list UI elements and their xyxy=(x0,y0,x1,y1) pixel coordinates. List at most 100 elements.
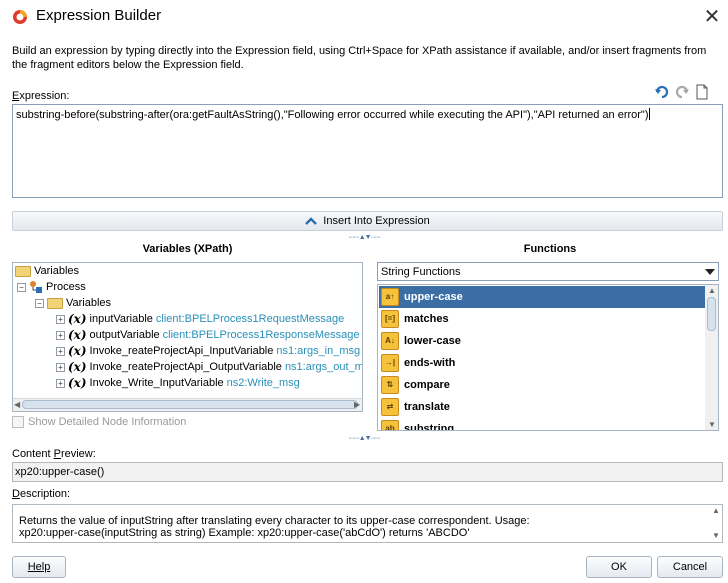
tree-node-variables-root[interactable]: Variables xyxy=(15,263,79,279)
functions-scroll-thumb[interactable] xyxy=(707,297,716,331)
variable-icon: (x) xyxy=(68,344,87,358)
functions-list[interactable]: a↑ upper-case [=] matches A↓ lower-case →| e… xyxy=(377,284,719,431)
show-detail-checkbox[interactable] xyxy=(12,416,24,428)
tree-node-namespace: ns1:args_in_msg xyxy=(276,345,361,357)
tree-node-invoke-input[interactable]: + (x) Invoke_reateProjectApi_InputVariab… xyxy=(56,343,360,359)
scroll-down-arrow-icon[interactable]: ▼ xyxy=(712,531,720,540)
expression-label: Expression: xyxy=(12,90,70,102)
help-button-label: Help xyxy=(27,561,51,573)
expression-field[interactable]: substring-before(substring-after(ora:get… xyxy=(12,104,723,198)
insert-button-label: Insert Into Expression xyxy=(323,215,430,227)
collapse-icon[interactable]: − xyxy=(35,298,44,308)
scroll-right-arrow-icon[interactable]: ▶ xyxy=(354,400,360,409)
process-icon xyxy=(30,281,42,293)
cancel-button[interactable]: Cancel xyxy=(657,556,723,578)
function-icon: ⇅ xyxy=(381,376,399,394)
expression-toolbar xyxy=(654,84,710,102)
tree-node-label: Invoke_reateProjectApi_OutputVariable xyxy=(89,361,282,373)
tree-node-namespace: client:BPELProcess1RequestMessage xyxy=(155,313,345,325)
expand-icon[interactable]: + xyxy=(56,330,65,340)
chevron-up-icon xyxy=(305,217,318,225)
tree-node-variables[interactable]: − Variables xyxy=(35,295,111,311)
function-item-compare[interactable]: ⇅ compare xyxy=(379,374,706,396)
function-label: lower-case xyxy=(404,335,461,347)
function-label: compare xyxy=(404,379,450,391)
tree-node-process[interactable]: − Process xyxy=(17,279,86,295)
variable-icon: (x) xyxy=(68,360,87,374)
scroll-up-arrow-icon[interactable]: ▲ xyxy=(708,286,716,295)
chevron-down-icon xyxy=(705,268,715,275)
function-item-substring[interactable]: ab substring xyxy=(379,418,706,431)
folder-open-icon xyxy=(47,297,63,309)
function-item-ends-with[interactable]: →| ends-with xyxy=(379,352,706,374)
tree-node-input-variable[interactable]: + (x) inputVariable client:BPELProcess1R… xyxy=(56,311,344,327)
function-label: substring xyxy=(404,423,455,431)
ok-button[interactable]: OK xyxy=(586,556,652,578)
description-line: Returns the value of inputString after t… xyxy=(19,515,530,527)
splitter-handle-bottom[interactable]: ········▲▼······· xyxy=(327,435,401,442)
function-item-upper-case[interactable]: a↑ upper-case xyxy=(379,286,706,308)
clear-icon[interactable] xyxy=(694,84,710,100)
scroll-down-arrow-icon[interactable]: ▼ xyxy=(708,420,716,429)
variable-icon: (x) xyxy=(68,328,87,342)
tree-node-label: outputVariable xyxy=(89,329,160,341)
function-category-select[interactable]: String Functions xyxy=(377,262,719,281)
function-label: upper-case xyxy=(404,291,463,303)
undo-icon[interactable] xyxy=(654,84,670,100)
cancel-button-label: Cancel xyxy=(672,561,708,573)
tree-node-label: inputVariable xyxy=(89,313,153,325)
help-button[interactable]: Help xyxy=(12,556,66,578)
description-line: xp20:upper-case(inputString as string) E… xyxy=(19,527,470,539)
show-detail-label: Show Detailed Node Information xyxy=(28,416,187,428)
expand-icon[interactable]: + xyxy=(56,362,65,372)
content-preview-label: Content Preview: xyxy=(12,448,96,460)
function-item-translate[interactable]: ⇄ translate xyxy=(379,396,706,418)
intro-text: Build an expression by typing directly i… xyxy=(12,45,707,71)
variables-header: Variables (XPath) xyxy=(142,243,233,255)
tree-node-label: Variables xyxy=(34,265,80,277)
redo-icon[interactable] xyxy=(674,84,690,100)
function-icon: [=] xyxy=(381,310,399,328)
function-icon: a↑ xyxy=(381,288,399,306)
tree-node-namespace: client:BPELProcess1ResponseMessage xyxy=(162,329,360,341)
function-label: translate xyxy=(404,401,450,413)
tree-node-namespace: ns1:args_out_msg xyxy=(284,361,363,373)
function-label: matches xyxy=(404,313,449,325)
expand-icon[interactable]: + xyxy=(56,378,65,388)
function-icon: →| xyxy=(381,354,399,372)
function-item-matches[interactable]: [=] matches xyxy=(379,308,706,330)
tree-node-label: Process xyxy=(46,281,86,293)
expand-icon[interactable]: + xyxy=(56,346,65,356)
variable-icon: (x) xyxy=(68,376,87,390)
function-icon: ⇄ xyxy=(381,398,399,416)
function-icon: A↓ xyxy=(381,332,399,350)
description-text: Returns the value of inputString after t… xyxy=(19,515,709,539)
tree-node-invoke-output[interactable]: + (x) Invoke_reateProjectApi_OutputVaria… xyxy=(56,359,363,375)
tree-node-label: Invoke_Write_InputVariable xyxy=(89,377,224,389)
text-caret xyxy=(648,108,650,120)
tree-node-invoke-write[interactable]: + (x) Invoke_Write_InputVariable ns2:Wri… xyxy=(56,375,300,391)
window-title: Expression Builder xyxy=(36,7,162,24)
insert-into-expression-button[interactable]: Insert Into Expression xyxy=(12,211,723,231)
scroll-left-arrow-icon[interactable]: ◀ xyxy=(14,400,20,409)
show-detail-checkbox-row[interactable]: Show Detailed Node Information xyxy=(12,416,186,428)
tree-node-label: Variables xyxy=(66,297,112,309)
content-preview-field: xp20:upper-case() xyxy=(12,462,723,482)
ok-button-label: OK xyxy=(611,561,627,573)
tree-node-output-variable[interactable]: + (x) outputVariable client:BPELProcess1… xyxy=(56,327,360,343)
close-icon[interactable]: ✕ xyxy=(700,5,724,29)
variables-tree[interactable]: Variables − Process − Variables + (x) in… xyxy=(12,262,363,412)
functions-header: Functions xyxy=(523,243,577,255)
tree-scroll-thumb[interactable] xyxy=(22,400,358,409)
oracle-app-icon xyxy=(13,10,27,24)
description-label: Description: xyxy=(12,488,71,500)
function-category-value: String Functions xyxy=(381,265,461,278)
collapse-icon[interactable]: − xyxy=(17,282,26,292)
expand-icon[interactable]: + xyxy=(56,314,65,324)
scroll-up-arrow-icon[interactable]: ▲ xyxy=(712,506,720,515)
function-icon: ab xyxy=(381,420,399,430)
function-label: ends-with xyxy=(404,357,456,369)
splitter-handle-top[interactable]: ········▲▼······· xyxy=(327,234,401,241)
tree-node-label: Invoke_reateProjectApi_InputVariable xyxy=(89,345,274,357)
function-item-lower-case[interactable]: A↓ lower-case xyxy=(379,330,706,352)
